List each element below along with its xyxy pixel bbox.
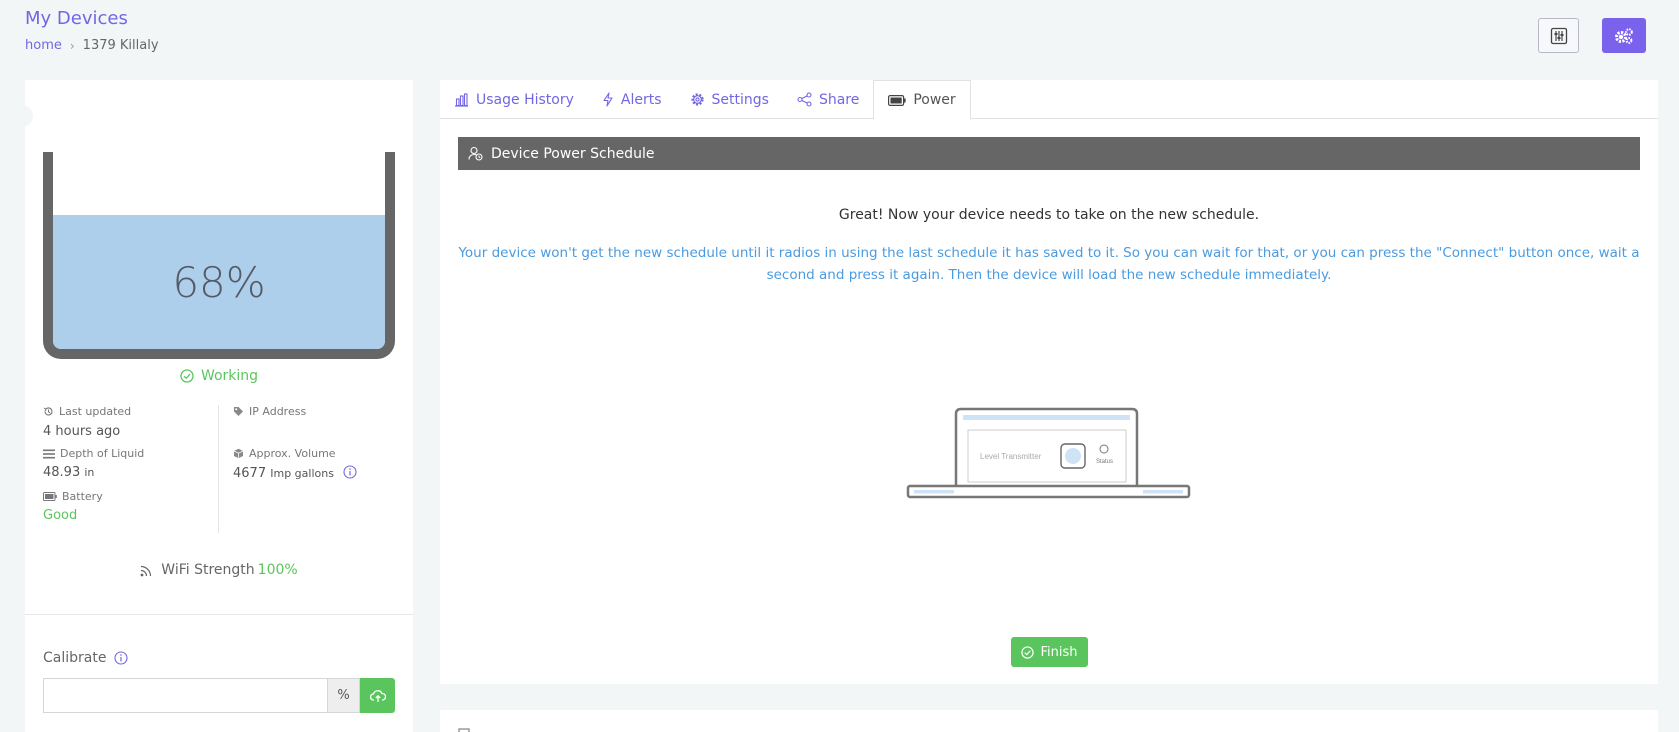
cogs-icon <box>1615 27 1633 44</box>
user-clock-icon <box>468 146 483 161</box>
tank-level-percent: 68% <box>172 257 266 307</box>
info-icon[interactable] <box>114 651 129 665</box>
signal-icon <box>140 565 152 577</box>
cloud-upload-icon <box>369 689 386 702</box>
sliders-button[interactable] <box>1538 18 1579 53</box>
tank-level-gauge: 68% <box>43 152 395 359</box>
percent-addon: % <box>327 678 360 713</box>
device-label: Level Transmitter <box>980 452 1042 461</box>
finish-button[interactable]: Finish <box>1011 637 1088 667</box>
device-detail-card: Usage History Alerts Settings Share Powe… <box>440 80 1658 684</box>
document-icon <box>458 728 470 732</box>
breadcrumb-home-link[interactable]: home <box>25 38 62 53</box>
section-header: Device Power Schedule <box>458 137 1640 170</box>
volume-value: 4677 Imp gallons <box>233 465 357 481</box>
wifi-label: WiFi Strength <box>161 562 255 578</box>
volume-label: Approx. Volume <box>233 447 336 460</box>
tag-icon <box>234 407 243 416</box>
status-text: Working <box>200 368 259 384</box>
tab-power[interactable]: Power <box>873 80 971 120</box>
chevron-right-icon: › <box>69 38 75 53</box>
tab-settings[interactable]: Settings <box>676 80 783 119</box>
battery-value: Good <box>43 508 78 523</box>
cube-icon <box>233 448 244 459</box>
device-tabs: Usage History Alerts Settings Share Powe… <box>440 80 1658 120</box>
device-illustration: Level Transmitter Status <box>906 407 1191 499</box>
stats-divider <box>218 405 219 533</box>
history-icon <box>43 407 53 416</box>
battery-icon <box>888 94 906 106</box>
next-card <box>440 710 1658 732</box>
info-icon[interactable] <box>343 465 357 479</box>
wifi-value: 100% <box>257 562 298 578</box>
tab-share[interactable]: Share <box>783 80 873 119</box>
depth-label: Depth of Liquid <box>43 447 144 460</box>
wifi-strength: WiFi Strength 100% <box>25 562 413 578</box>
calibrate-input[interactable] <box>43 678 327 713</box>
calibrate-input-group: % <box>43 678 395 713</box>
battery-label: Battery <box>43 490 103 503</box>
tab-usage-history[interactable]: Usage History <box>440 80 588 119</box>
check-circle-icon <box>1021 645 1035 659</box>
breadcrumb-current: 1379 Killaly <box>82 38 159 53</box>
bars-icon <box>43 449 55 458</box>
success-message-body: Your device won't get the new schedule u… <box>458 245 1640 283</box>
battery-icon <box>43 492 57 501</box>
depth-value: 48.93 in <box>43 465 95 480</box>
ip-address-label: IP Address <box>233 405 306 418</box>
last-updated-label: Last updated <box>43 405 131 418</box>
status-label: Status <box>1096 459 1113 465</box>
sliders-icon <box>1550 27 1567 44</box>
decorative-blob <box>3 105 33 127</box>
tank-fill: 68% <box>53 215 385 349</box>
share-icon <box>797 92 812 107</box>
device-summary-card: 68% Working Last updated 4 hours ago Dep… <box>3 80 413 732</box>
calibrate-label: Calibrate <box>43 650 129 666</box>
card-divider <box>25 614 413 615</box>
section-title: Device Power Schedule <box>491 145 655 162</box>
success-message-title: Great! Now your device needs to take on … <box>838 207 1260 223</box>
calibrate-upload-button[interactable] <box>360 678 395 713</box>
last-updated-value: 4 hours ago <box>43 424 121 439</box>
gear-icon <box>690 93 704 106</box>
device-status: Working <box>25 368 413 384</box>
breadcrumb: home › 1379 Killaly <box>25 38 159 53</box>
tab-alerts[interactable]: Alerts <box>588 80 676 119</box>
page-title: My Devices <box>25 8 128 29</box>
device-stats: Last updated 4 hours ago Depth of Liquid… <box>43 405 395 535</box>
bolt-icon <box>603 92 613 107</box>
check-circle-icon <box>180 369 194 383</box>
device-settings-button[interactable] <box>1602 18 1646 53</box>
bar-chart-icon <box>455 92 468 107</box>
